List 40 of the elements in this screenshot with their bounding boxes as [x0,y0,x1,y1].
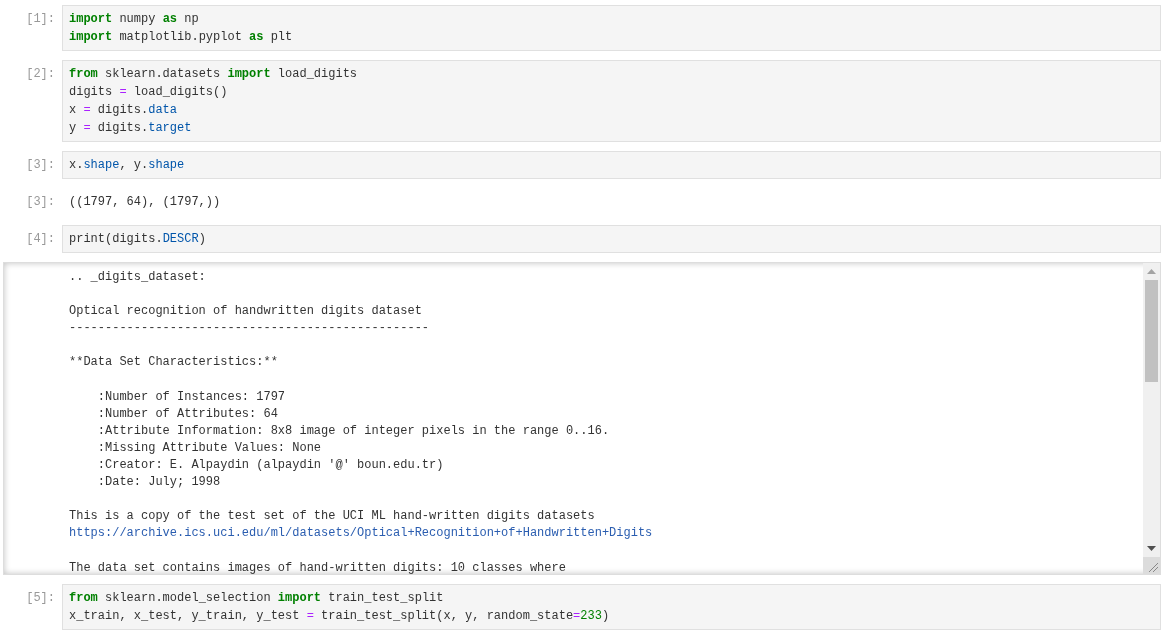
code-line: x.shape, y.shape [69,157,186,174]
output-line: :Number of Attributes: 64 [96,405,279,423]
output-prompt: [3]: [25,194,56,211]
output-line: :Missing Attribute Values: None [96,439,323,457]
resize-grip-icon[interactable] [1143,557,1160,574]
code-line: import numpy as np [69,11,200,28]
code-line: from sklearn.model_selection import train_test_split [69,590,445,607]
input-prompt: [2]: [25,66,56,83]
code-line: x_train, x_test, y_train, y_test = train_test_split(x, y, random_state=233) [69,608,611,625]
code-cell[interactable]: from sklearn.datasets import load_digits digits = load_digits() x = digits.data y = digits.target [62,60,1161,142]
code-line: digits = load_digits() [69,84,229,101]
output-line: **Data Set Characteristics:** [69,354,279,372]
scroll-up-icon[interactable] [1147,269,1156,274]
output-link[interactable]: https://archive.ics.uci.edu/ml/datasets/Optical+Recognition+of+Handwritten+Digits [69,525,1143,543]
output-line: :Date: July; 1998 [96,474,222,492]
scrollbar[interactable] [1143,263,1160,574]
output-text: ((1797, 64), (1797,)) [68,194,222,211]
output-line: :Creator: E. Alpaydin (alpaydin '@' boun.edu.tr) [96,457,445,475]
code-cell[interactable]: x.shape, y.shape [62,151,1161,179]
output-line: :Number of Instances: 1797 [96,388,287,406]
code-line: x = digits.data [69,102,179,119]
code-cell[interactable]: import numpy as np import matplotlib.pyplot as plt [62,5,1161,51]
output-line: -------------------------------------------------- [69,320,431,338]
output-line: .. _digits_dataset: [69,269,207,286]
code-line: y = digits.target [69,120,193,137]
input-prompt: [4]: [25,231,56,248]
output-line: :Attribute Information: 8x8 image of integer pixels in the range 0..16. [96,422,611,440]
input-prompt: [5]: [25,590,56,607]
output-line: Optical recognition of handwritten digits dataset [69,303,423,321]
code-line: import matplotlib.pyplot as plt [69,29,294,46]
scroll-down-icon[interactable] [1147,546,1156,551]
input-prompt: [1]: [25,11,56,28]
output-line: This is a copy of the test set of the UCI ML hand-written digits datasets [69,508,596,526]
code-cell[interactable]: print(digits.DESCR) [62,225,1161,253]
scrollbar-thumb[interactable] [1145,280,1158,382]
code-cell[interactable]: from sklearn.model_selection import train_test_split x_train, x_test, y_train, y_test = train_test_split(x, y, random_state=233) [62,584,1161,630]
input-prompt: [3]: [25,157,56,174]
output-line: The data set contains images of hand-written digits: 10 classes where [69,559,567,574]
code-line: from sklearn.datasets import load_digits [69,66,359,83]
code-line: print(digits.DESCR) [69,231,207,248]
